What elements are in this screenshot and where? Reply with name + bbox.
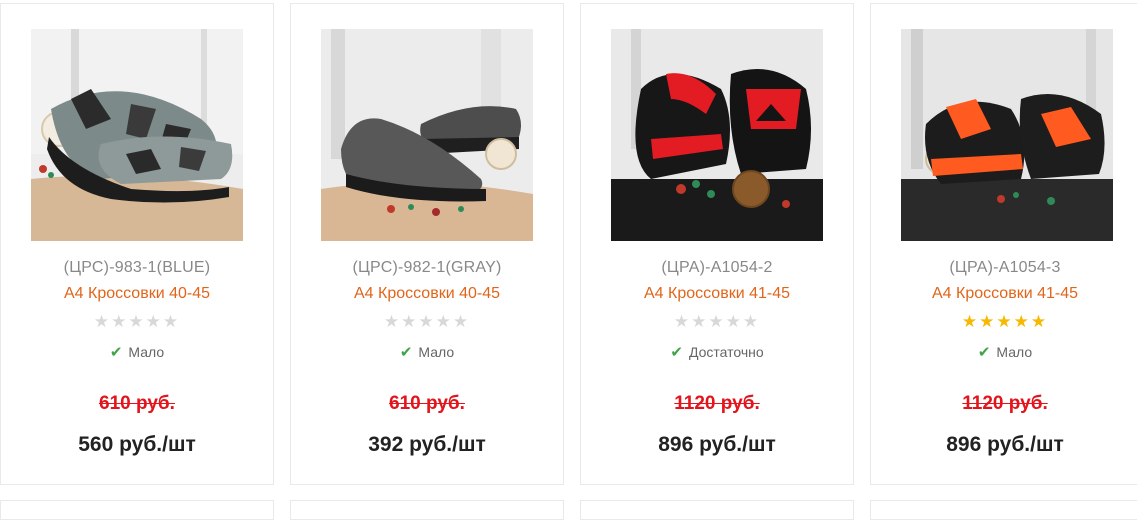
stock-label: Мало bbox=[128, 344, 165, 360]
checkmark-icon: ✔ bbox=[399, 344, 413, 361]
rating-stars[interactable]: ★★★★★ bbox=[871, 312, 1137, 332]
stock-label: Мало bbox=[418, 344, 455, 360]
star-icon[interactable]: ★ bbox=[453, 312, 470, 331]
product-title-link[interactable]: А4 Кроссовки 41-45 bbox=[871, 285, 1137, 303]
checkmark-icon: ✔ bbox=[670, 344, 683, 361]
star-icon[interactable]: ★ bbox=[418, 312, 435, 331]
old-price: 1120 руб. bbox=[962, 393, 1048, 414]
star-icon[interactable]: ★ bbox=[94, 312, 111, 331]
stock-status: ✔ Достаточно bbox=[581, 343, 853, 361]
old-price: 610 руб. bbox=[99, 393, 175, 414]
stock-label: Мало bbox=[996, 344, 1033, 360]
product-card-next-row bbox=[580, 500, 854, 520]
star-icon[interactable]: ★ bbox=[691, 312, 708, 331]
star-icon[interactable]: ★ bbox=[962, 312, 979, 331]
product-card[interactable]: (ЦРС)-983-1(BLUE) А4 Кроссовки 40-45 ★★★… bbox=[0, 3, 274, 485]
star-icon[interactable]: ★ bbox=[384, 312, 401, 331]
product-title-link[interactable]: А4 Кроссовки 40-45 bbox=[291, 285, 563, 303]
product-sku: (ЦРА)-А1054-3 bbox=[949, 259, 1061, 276]
old-price: 1120 руб. bbox=[674, 393, 760, 414]
star-icon[interactable]: ★ bbox=[996, 312, 1013, 331]
star-icon[interactable]: ★ bbox=[146, 312, 163, 331]
old-price: 610 руб. bbox=[389, 393, 465, 414]
stock-status: ✔ Мало bbox=[871, 343, 1137, 361]
stock-status: ✔ Мало bbox=[1, 343, 273, 361]
product-card[interactable]: (ЦРА)-А1054-3 А4 Кроссовки 41-45 ★★★★★ ✔… bbox=[870, 3, 1137, 485]
product-card-next-row bbox=[0, 500, 274, 520]
product-sku: (ЦРА)-А1054-2 bbox=[661, 259, 773, 276]
star-icon[interactable]: ★ bbox=[1014, 312, 1031, 331]
rating-stars[interactable]: ★★★★★ bbox=[291, 312, 563, 332]
current-price: 392 руб./шт bbox=[368, 433, 486, 456]
product-title-link[interactable]: А4 Кроссовки 40-45 bbox=[1, 285, 273, 303]
star-icon[interactable]: ★ bbox=[708, 312, 725, 331]
product-title-link[interactable]: А4 Кроссовки 41-45 bbox=[581, 285, 853, 303]
star-icon[interactable]: ★ bbox=[674, 312, 691, 331]
star-icon[interactable]: ★ bbox=[979, 312, 996, 331]
star-icon[interactable]: ★ bbox=[163, 312, 180, 331]
product-card[interactable]: (ЦРС)-982-1(GRAY) А4 Кроссовки 40-45 ★★★… bbox=[290, 3, 564, 485]
stock-label: Достаточно bbox=[688, 344, 764, 360]
star-icon[interactable]: ★ bbox=[726, 312, 743, 331]
rating-stars[interactable]: ★★★★★ bbox=[1, 312, 273, 332]
star-icon[interactable]: ★ bbox=[436, 312, 453, 331]
product-image[interactable] bbox=[31, 29, 243, 241]
product-image[interactable] bbox=[321, 29, 533, 241]
star-icon[interactable]: ★ bbox=[128, 312, 145, 331]
product-card[interactable]: (ЦРА)-А1054-2 А4 Кроссовки 41-45 ★★★★★ ✔… bbox=[580, 3, 854, 485]
star-icon[interactable]: ★ bbox=[111, 312, 128, 331]
star-icon[interactable]: ★ bbox=[1031, 312, 1048, 331]
current-price: 896 руб./шт bbox=[658, 433, 776, 456]
product-card-next-row bbox=[870, 500, 1137, 520]
current-price: 560 руб./шт bbox=[78, 433, 196, 456]
rating-stars[interactable]: ★★★★★ bbox=[581, 312, 853, 332]
product-image[interactable] bbox=[611, 29, 823, 241]
product-sku: (ЦРС)-982-1(GRAY) bbox=[352, 259, 502, 276]
product-card-next-row bbox=[290, 500, 564, 520]
product-sku: (ЦРС)-983-1(BLUE) bbox=[63, 259, 211, 276]
star-icon[interactable]: ★ bbox=[743, 312, 760, 331]
star-icon[interactable]: ★ bbox=[401, 312, 418, 331]
checkmark-icon: ✔ bbox=[109, 344, 123, 361]
current-price: 896 руб./шт bbox=[946, 433, 1064, 456]
product-image[interactable] bbox=[901, 29, 1113, 241]
checkmark-icon: ✔ bbox=[977, 344, 991, 361]
stock-status: ✔ Мало bbox=[291, 343, 563, 361]
